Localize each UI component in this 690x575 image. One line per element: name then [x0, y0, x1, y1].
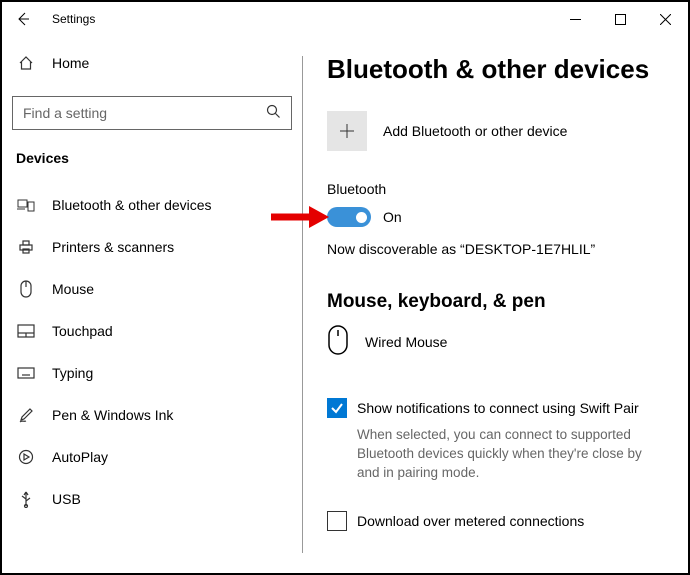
nav-item-label: Typing	[52, 365, 93, 381]
device-label: Wired Mouse	[365, 334, 447, 350]
nav-item-label: AutoPlay	[52, 449, 108, 465]
keyboard-icon	[16, 367, 36, 379]
search-icon	[266, 104, 281, 122]
page-title: Bluetooth & other devices	[327, 54, 664, 85]
nav-item-label: Mouse	[52, 281, 94, 297]
nav-usb[interactable]: USB	[10, 478, 294, 520]
touchpad-icon	[16, 324, 36, 338]
section-heading: Mouse, keyboard, & pen	[327, 291, 664, 313]
bluetooth-label: Bluetooth	[327, 181, 664, 197]
bluetooth-status: Now discoverable as “DESKTOP-1E7HLIL”	[327, 241, 664, 257]
mouse-icon	[16, 280, 36, 298]
window-title: Settings	[52, 12, 95, 26]
bluetooth-devices-icon	[16, 197, 36, 213]
add-device-label: Add Bluetooth or other device	[383, 123, 567, 139]
printer-icon	[16, 239, 36, 255]
nav-item-label: Touchpad	[52, 323, 113, 339]
nav-item-label: Printers & scanners	[52, 239, 174, 255]
bluetooth-toggle[interactable]	[327, 207, 371, 227]
swift-pair-label: Show notifications to connect using Swif…	[357, 398, 639, 418]
nav-item-label: USB	[52, 491, 81, 507]
home-icon	[16, 55, 36, 71]
nav-item-label: Bluetooth & other devices	[52, 197, 212, 213]
bluetooth-state: On	[383, 209, 402, 225]
nav-typing[interactable]: Typing	[10, 352, 294, 394]
sidebar-section-title: Devices	[10, 150, 294, 166]
usb-icon	[16, 490, 36, 508]
swift-pair-description: When selected, you can connect to suppor…	[357, 426, 664, 483]
metered-checkbox[interactable]	[327, 511, 347, 531]
search-box[interactable]	[12, 96, 292, 130]
nav-pen[interactable]: Pen & Windows Ink	[10, 394, 294, 436]
close-button[interactable]	[643, 2, 688, 36]
device-item[interactable]: Wired Mouse	[327, 325, 664, 358]
nav-home[interactable]: Home	[10, 44, 294, 82]
nav-bluetooth[interactable]: Bluetooth & other devices	[10, 184, 294, 226]
plus-icon	[327, 111, 367, 151]
nav-mouse[interactable]: Mouse	[10, 268, 294, 310]
autoplay-icon	[16, 449, 36, 465]
mouse-icon	[327, 325, 349, 358]
nav-printers[interactable]: Printers & scanners	[10, 226, 294, 268]
maximize-button[interactable]	[598, 2, 643, 36]
pen-icon	[16, 407, 36, 423]
toggle-knob	[356, 212, 367, 223]
swift-pair-checkbox[interactable]	[327, 398, 347, 418]
nav-item-label: Pen & Windows Ink	[52, 407, 173, 423]
back-button[interactable]	[10, 7, 34, 31]
minimize-button[interactable]	[553, 2, 598, 36]
add-device-button[interactable]: Add Bluetooth or other device	[327, 111, 664, 151]
nav-autoplay[interactable]: AutoPlay	[10, 436, 294, 478]
metered-label: Download over metered connections	[357, 511, 584, 531]
nav-home-label: Home	[52, 55, 89, 71]
nav-touchpad[interactable]: Touchpad	[10, 310, 294, 352]
search-input[interactable]	[23, 105, 260, 121]
